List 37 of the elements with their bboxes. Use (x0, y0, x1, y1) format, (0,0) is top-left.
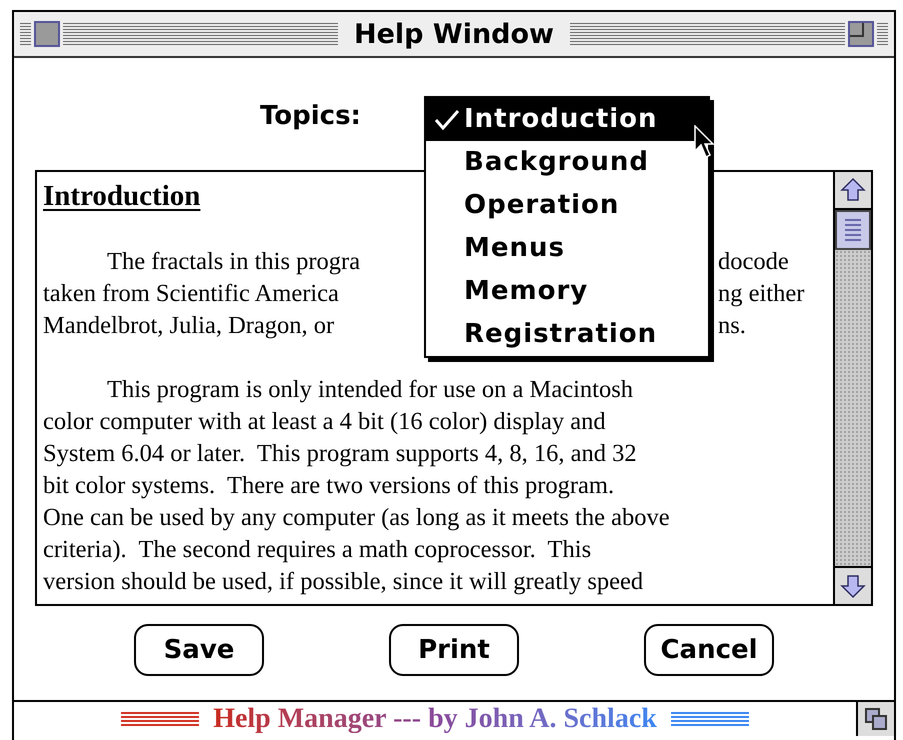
menu-item[interactable]: Operation (426, 184, 708, 227)
body-text: One can be used by any computer (as long as it meets the above (43, 504, 670, 531)
scroll-thumb[interactable] (835, 210, 871, 250)
document-heading: Introduction (43, 179, 200, 214)
menu-item[interactable]: Registration (426, 313, 708, 356)
down-arrow-icon (840, 573, 866, 599)
zoom-box[interactable] (848, 21, 874, 47)
body-text: This program is only intended for use on a Macintosh (107, 376, 633, 403)
menu-item[interactable]: Memory (426, 270, 708, 313)
decorative-lines-icon (670, 711, 749, 727)
body-text: ng either (718, 278, 804, 309)
menu-item[interactable]: Menus (426, 227, 708, 270)
resize-icon (864, 707, 888, 731)
menu-item[interactable]: Background (426, 141, 708, 184)
scroll-down-button[interactable] (835, 566, 871, 604)
body-text: criteria). The second requires a math coprocessor. This (43, 536, 592, 563)
dialog-button[interactable]: Cancel (644, 624, 774, 676)
up-arrow-icon (840, 177, 866, 203)
body-text: ns. (718, 310, 746, 341)
scroll-up-button[interactable] (835, 172, 871, 210)
body-text: System 6.04 or later. This program supports 4, 8, 16, and 32 (43, 440, 637, 467)
body-text: Mandelbrot, Julia, Dragon, or (43, 312, 334, 339)
body-text: version should be used, if possible, since it will greatly speed (43, 568, 644, 595)
menu-item[interactable]: Introduction (426, 98, 708, 141)
body-text: The fractals in this progra (107, 248, 360, 275)
topics-label: Topics: (260, 100, 361, 132)
dialog-button[interactable]: Save (134, 624, 264, 676)
dialog-button[interactable]: Print (389, 624, 519, 676)
body-text: color computer with at least a 4 bit (16 color) display and (43, 408, 606, 435)
body-text: bit color systems. There are two versions of this program. (43, 472, 614, 499)
window-title: Help Window (353, 20, 555, 48)
body-text: docode (718, 246, 789, 277)
body-text: taken from Scientific America (43, 280, 339, 307)
decorative-lines-icon (121, 711, 200, 727)
resize-box[interactable] (856, 702, 894, 736)
check-icon (434, 108, 460, 130)
footer-credit: Help Manager --- by John A. Schlack (213, 705, 657, 733)
